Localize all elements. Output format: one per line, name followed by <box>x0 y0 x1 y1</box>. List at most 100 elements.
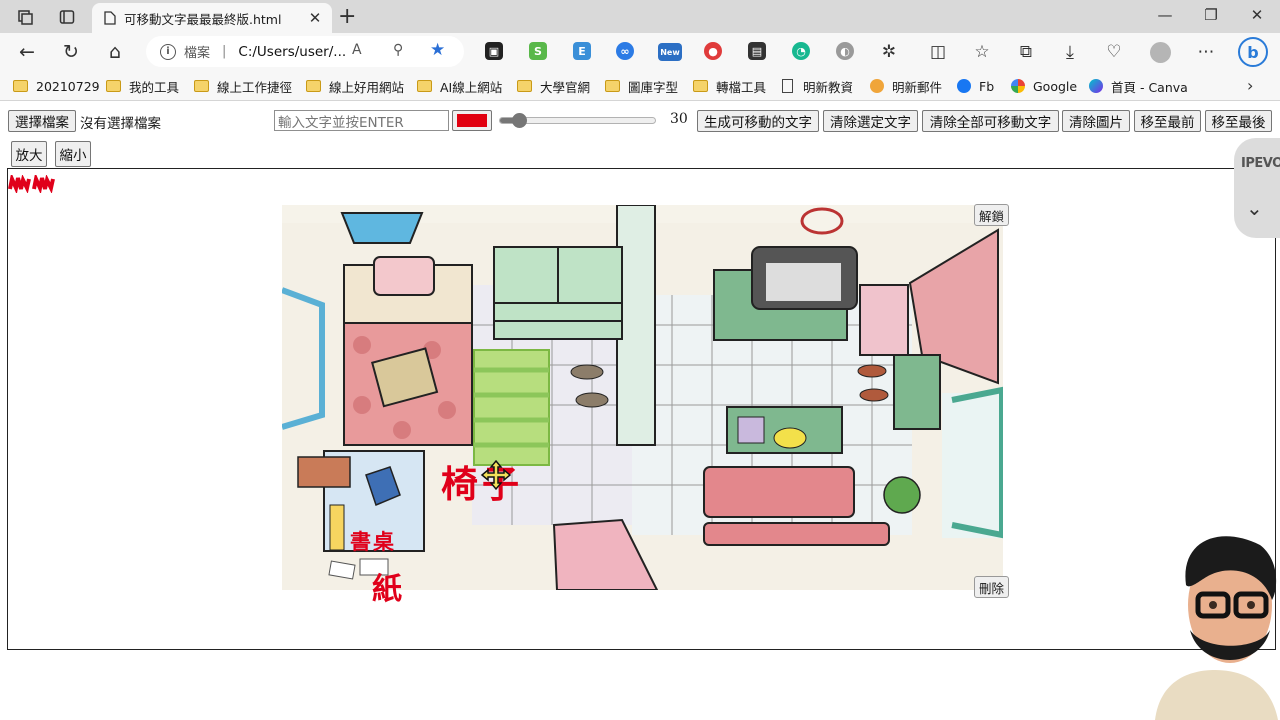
bookmark-item[interactable]: 20210729 <box>13 77 100 95</box>
color-swatch <box>457 114 487 127</box>
canva-icon <box>1089 79 1103 93</box>
new-tab-icon[interactable]: + <box>338 4 356 29</box>
no-file-label: 沒有選擇檔案 <box>80 116 161 132</box>
font-size-slider[interactable] <box>499 113 656 128</box>
clear-image-button[interactable]: 清除圖片 <box>1062 110 1130 132</box>
favorite-star-icon[interactable]: ★ <box>430 40 445 60</box>
mail-icon <box>870 79 884 93</box>
extension-save-icon[interactable]: ▤ <box>748 42 766 60</box>
extension-record-icon[interactable]: ● <box>704 42 722 60</box>
ipevo-widget[interactable]: IPEVO ⌄ <box>1234 138 1280 238</box>
document-icon <box>104 11 116 25</box>
address-protocol: 檔案 <box>184 46 211 61</box>
movable-text-paper[interactable]: 紙 <box>372 564 402 608</box>
minimize-icon[interactable]: — <box>1150 6 1180 24</box>
color-picker[interactable] <box>452 110 492 131</box>
zoom-icon[interactable]: ⚲ <box>393 42 403 58</box>
move-front-button[interactable]: 移至最前 <box>1134 110 1201 132</box>
downloads-icon[interactable]: ⤓ <box>1057 40 1083 64</box>
refresh-icon[interactable]: ↻ <box>58 40 84 64</box>
bookmark-item[interactable]: 明新教資 <box>782 77 853 95</box>
read-aloud-icon[interactable]: A <box>352 42 362 58</box>
google-icon <box>1011 79 1025 93</box>
bookmark-label: Google <box>1033 78 1078 94</box>
new-badge: New <box>660 47 680 57</box>
movable-text-desk[interactable]: 書桌 <box>350 526 396 556</box>
extension-chat-icon[interactable]: ◔ <box>792 42 810 60</box>
bing-copilot-icon[interactable]: b <box>1238 37 1268 67</box>
folder-icon <box>517 80 532 92</box>
bookmark-label: 圖庫字型 <box>628 79 679 95</box>
workspaces-icon[interactable] <box>14 6 36 28</box>
bookmark-label: 20210729 <box>36 78 100 94</box>
tab-actions-icon[interactable] <box>56 6 78 28</box>
chevron-right-icon[interactable]: › <box>1247 76 1253 95</box>
extension-screen-icon[interactable]: ▣ <box>485 42 503 60</box>
move-cursor-icon <box>480 459 512 491</box>
profile-avatar-icon[interactable] <box>1150 42 1171 63</box>
folder-icon <box>194 80 209 92</box>
address-bar[interactable]: i 檔案 | C:/Users/user/... A ⚲ ★ <box>146 36 464 67</box>
unlock-button[interactable]: 解鎖 <box>974 204 1010 226</box>
split-screen-icon[interactable]: ◫ <box>925 40 951 64</box>
bookmark-label: 明新教資 <box>803 79 854 95</box>
bookmark-label: 明新郵件 <box>892 79 943 95</box>
font-size-value: 30 <box>670 111 688 127</box>
clear-all-button[interactable]: 清除全部可移動文字 <box>922 110 1059 132</box>
bookmark-item[interactable]: Fb <box>957 77 994 95</box>
slider-thumb[interactable] <box>511 113 527 128</box>
tab-title: 可移動文字最最最終版.html <box>124 11 282 27</box>
extension-translate-icon[interactable]: E <box>573 42 591 60</box>
tab-close-icon[interactable]: ✕ <box>306 9 324 27</box>
move-back-button[interactable]: 移至最後 <box>1205 110 1272 132</box>
bookmark-item[interactable]: AI線上網站 <box>417 77 502 95</box>
close-window-icon[interactable]: ✕ <box>1242 6 1272 24</box>
info-icon[interactable]: i <box>160 43 176 60</box>
bookmark-item[interactable]: 明新郵件 <box>870 77 942 95</box>
bookmark-item[interactable]: 首頁 - Canva <box>1089 77 1188 95</box>
favorites-icon[interactable]: ☆ <box>969 40 995 64</box>
choose-file-button[interactable]: 選擇檔案 <box>8 110 76 132</box>
facebook-icon <box>957 79 971 93</box>
home-icon[interactable]: ⌂ <box>102 40 128 64</box>
chevron-down-icon[interactable]: ⌄ <box>1246 196 1263 220</box>
tab-active[interactable]: 可移動文字最最最終版.html ✕ <box>92 3 332 33</box>
bookmark-item[interactable]: 圖庫字型 <box>605 77 678 95</box>
bookmark-label: 線上工作捷徑 <box>217 79 293 95</box>
collections-icon[interactable]: ⧉ <box>1013 40 1039 64</box>
bookmark-item[interactable]: 大學官網 <box>517 77 590 95</box>
bookmark-label: AI線上網站 <box>440 79 503 95</box>
zoom-in-button[interactable]: 放大 <box>11 141 47 167</box>
bookmark-item[interactable]: 我的工具 <box>106 77 179 95</box>
bookmark-item[interactable]: 轉檔工具 <box>693 77 766 95</box>
address-url[interactable]: C:/Users/user/... <box>238 44 346 60</box>
extension-grey-icon[interactable]: ◐ <box>836 42 854 60</box>
more-menu-icon[interactable]: ⋯ <box>1193 40 1219 64</box>
zoom-out-button[interactable]: 縮小 <box>55 141 91 167</box>
bookmark-label: 大學官網 <box>540 79 591 95</box>
bookmark-item[interactable]: 線上工作捷徑 <box>194 77 292 95</box>
bookmark-label: 轉檔工具 <box>716 79 767 95</box>
create-text-button[interactable]: 生成可移動的文字 <box>697 110 819 132</box>
back-icon[interactable]: ← <box>14 40 40 64</box>
red-scribble-text[interactable] <box>8 175 56 193</box>
folder-icon <box>693 80 708 92</box>
bookmark-label: 線上好用網站 <box>329 79 405 95</box>
bookmark-item[interactable]: 線上好用網站 <box>306 77 404 95</box>
tab-strip: 可移動文字最最最終版.html ✕ + — ❐ ✕ <box>0 0 1280 33</box>
bing-label: b <box>1247 42 1259 62</box>
bookmark-item[interactable]: Google <box>1011 77 1077 95</box>
bookmark-label: Fb <box>979 78 995 94</box>
extension-new-icon[interactable]: New <box>658 43 682 61</box>
extension-s-icon[interactable]: S <box>529 42 547 60</box>
extensions-puzzle-icon[interactable]: ✲ <box>876 40 902 64</box>
extension-link-icon[interactable]: ∞ <box>616 42 634 60</box>
maximize-icon[interactable]: ❐ <box>1196 6 1226 24</box>
page-icon <box>782 79 793 93</box>
browser-essentials-icon[interactable]: ♡ <box>1101 40 1127 64</box>
folder-icon <box>417 80 432 92</box>
text-input[interactable]: 輸入文字並按ENTER <box>274 110 449 131</box>
ipevo-logo: IPEVO <box>1241 156 1280 171</box>
clear-selected-button[interactable]: 清除選定文字 <box>823 110 918 132</box>
delete-button[interactable]: 刪除 <box>974 576 1010 598</box>
